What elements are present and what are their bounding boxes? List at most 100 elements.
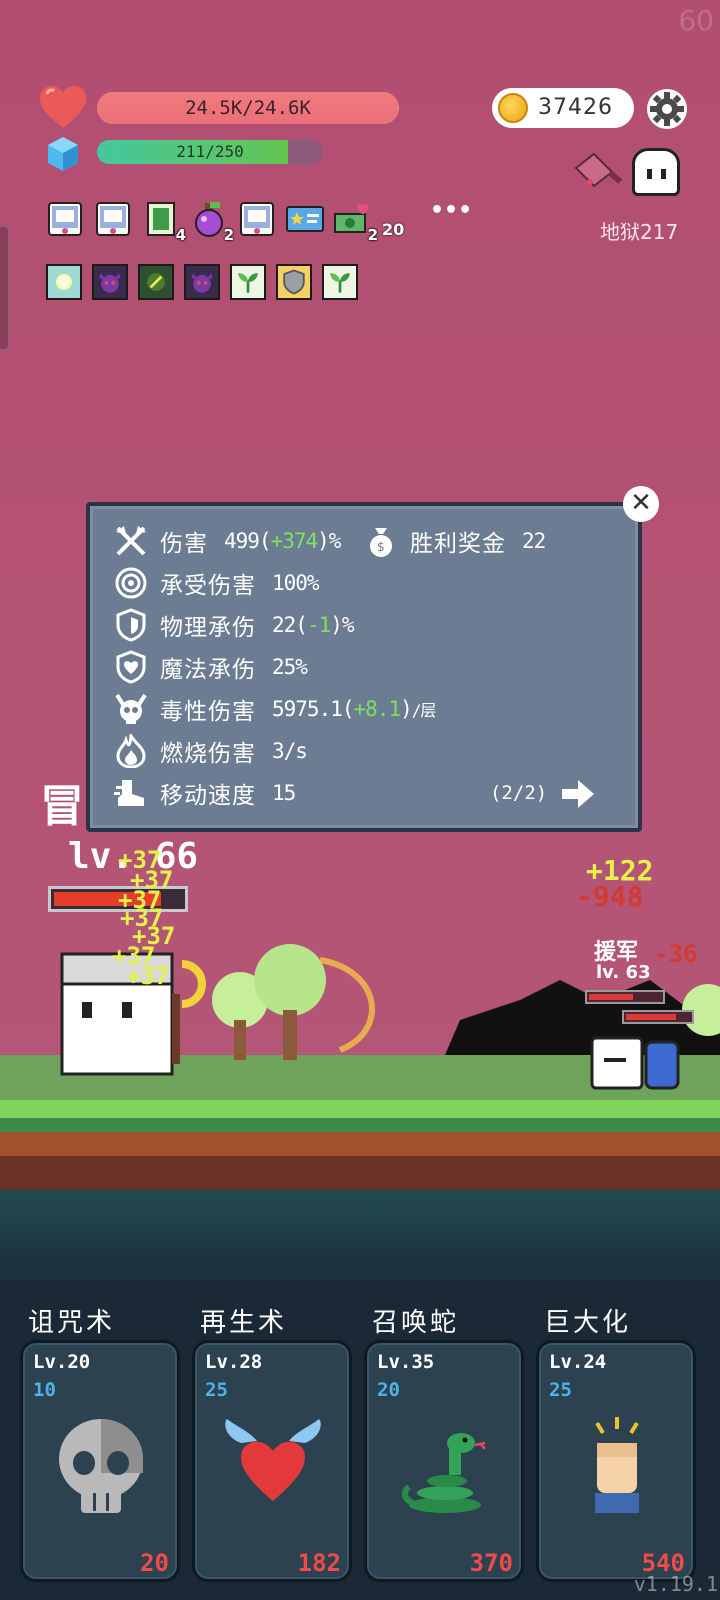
stat-label: 胜利奖金 xyxy=(410,531,506,557)
skill-value: 20 xyxy=(140,1549,169,1577)
skill-value: 370 xyxy=(469,1549,513,1577)
snake-icon xyxy=(395,1413,495,1523)
version-label: v1.19.1 xyxy=(633,1572,718,1596)
skill-name: 巨大化 xyxy=(544,1308,632,1338)
shield-icon xyxy=(116,608,146,642)
skill-card[interactable]: Lv.35 20 370 xyxy=(364,1340,524,1582)
stage-label: 地狱217 xyxy=(600,220,679,244)
skill-cost: 10 xyxy=(33,1379,56,1401)
skill-cost: 25 xyxy=(205,1379,228,1401)
settings-gear-icon[interactable] xyxy=(646,88,688,130)
close-popup-button[interactable]: ✕ xyxy=(623,486,659,522)
stat-poison: 毒性伤害 5975.1(+8.1)/层 xyxy=(114,692,436,726)
stat-label: 伤害 xyxy=(160,531,208,557)
scroll-icon xyxy=(46,202,84,242)
stat-label: 毒性伤害 xyxy=(160,699,256,725)
ground xyxy=(0,1100,720,1190)
item-row: 4 2 2 20 ••• xyxy=(46,200,472,244)
enemy-hp-bar-2 xyxy=(622,1010,694,1024)
item-count: 2 xyxy=(223,226,234,244)
skill-card[interactable]: Lv.24 25 540 xyxy=(536,1340,696,1582)
horned-skull-icon xyxy=(115,693,147,724)
potion-icon xyxy=(190,202,228,242)
stat-magic-taken: 魔法承伤 25% xyxy=(114,650,308,684)
stat-burn: 燃烧伤害 3/s xyxy=(114,734,308,768)
stat-physical-taken: 物理承伤 22(-1)% xyxy=(114,608,355,642)
flame-icon xyxy=(116,734,146,768)
scroll-icon xyxy=(238,202,276,242)
enemy-hp-bar xyxy=(585,990,665,1004)
winged-heart-icon xyxy=(223,1413,323,1523)
item-count: 4 xyxy=(175,226,186,244)
stat-label: 魔法承伤 xyxy=(160,657,256,683)
sprout-buff-icon[interactable] xyxy=(322,264,358,300)
stat-label: 移动速度 xyxy=(160,783,256,809)
stat-value: 15 xyxy=(272,781,296,805)
demon-buff-icon[interactable] xyxy=(184,264,220,300)
stat-value: 22(-1)% xyxy=(272,613,355,637)
fps-counter: 60 xyxy=(678,4,714,37)
skill-card[interactable]: Lv.28 25 182 xyxy=(192,1340,352,1582)
more-items-count: 20 xyxy=(382,220,405,239)
target-icon xyxy=(115,567,147,599)
stat-value: 22 xyxy=(522,529,546,553)
stat-value: 3/s xyxy=(272,739,308,763)
skill-level: Lv.35 xyxy=(377,1351,435,1373)
sprout-buff-icon[interactable] xyxy=(230,264,266,300)
shield-buff-icon[interactable] xyxy=(276,264,312,300)
heart-shield-icon xyxy=(116,650,146,684)
item-slot[interactable] xyxy=(286,200,324,238)
stat-label: 承受伤害 xyxy=(160,573,256,599)
cash-heart-icon xyxy=(334,204,372,242)
item-slot[interactable] xyxy=(238,200,276,238)
stat-value: 5975.1(+8.1)/层 xyxy=(272,697,436,721)
heal-number: +37 xyxy=(126,962,170,990)
stat-move-speed: 移动速度 15 xyxy=(114,776,296,810)
money-bag-icon: $ xyxy=(370,528,392,557)
skill-value: 182 xyxy=(297,1549,341,1577)
mana-gem-icon xyxy=(48,137,78,171)
popup-page-indicator: (2/2) xyxy=(490,782,548,804)
enemy-characters[interactable] xyxy=(586,1028,696,1098)
leaf-buff-icon[interactable] xyxy=(138,264,174,300)
enemy-damage-number-2: -36 xyxy=(654,940,698,968)
skill-level: Lv.20 xyxy=(33,1351,91,1373)
hp-bar: 24.5K/24.6K xyxy=(97,92,399,124)
item-slot[interactable]: 4 xyxy=(142,200,186,244)
skill-cost: 20 xyxy=(377,1379,400,1401)
skill-name: 召唤蛇 xyxy=(372,1308,460,1338)
fist-icon xyxy=(567,1413,667,1523)
stat-label: 燃烧伤害 xyxy=(160,741,256,767)
stats-popup: 伤害 499(+374)% $ 胜利奖金 22 承受伤害 100% 物理承伤 2… xyxy=(86,502,642,832)
heart-icon xyxy=(40,86,86,128)
next-page-arrow-icon[interactable] xyxy=(560,778,596,810)
star-card-icon xyxy=(286,206,324,242)
skill-name: 再生术 xyxy=(200,1308,288,1338)
skill-level: Lv.24 xyxy=(549,1351,607,1373)
item-slot[interactable]: 2 xyxy=(334,200,378,244)
side-drawer-handle[interactable] xyxy=(0,225,10,351)
cleaver-icon[interactable] xyxy=(572,150,624,194)
ghost-icon[interactable] xyxy=(632,148,680,196)
green-card-icon xyxy=(142,202,180,242)
stat-victory-bonus: $ 胜利奖金 22 xyxy=(364,524,546,558)
light-buff-icon[interactable] xyxy=(46,264,82,300)
more-items-button[interactable]: ••• xyxy=(430,200,472,238)
boot-icon xyxy=(114,780,144,806)
item-slot[interactable]: 2 xyxy=(190,200,234,244)
stat-label: 物理承伤 xyxy=(160,615,256,641)
gold-counter: 37426 xyxy=(492,88,634,128)
item-slot[interactable] xyxy=(46,200,84,238)
item-slot[interactable] xyxy=(94,200,132,238)
scroll-icon xyxy=(94,202,132,242)
skill-card[interactable]: Lv.20 10 20 xyxy=(20,1340,180,1582)
enemy-damage-number: -948 xyxy=(576,880,644,913)
demon-buff-icon[interactable] xyxy=(92,264,128,300)
svg-text:$: $ xyxy=(377,540,385,554)
buff-row xyxy=(46,264,358,300)
stat-value: 25% xyxy=(272,655,308,679)
stat-damage: 伤害 499(+374)% xyxy=(114,524,341,558)
coin-icon xyxy=(498,93,528,123)
hp-text: 24.5K/24.6K xyxy=(185,97,311,119)
skill-level: Lv.28 xyxy=(205,1351,263,1373)
